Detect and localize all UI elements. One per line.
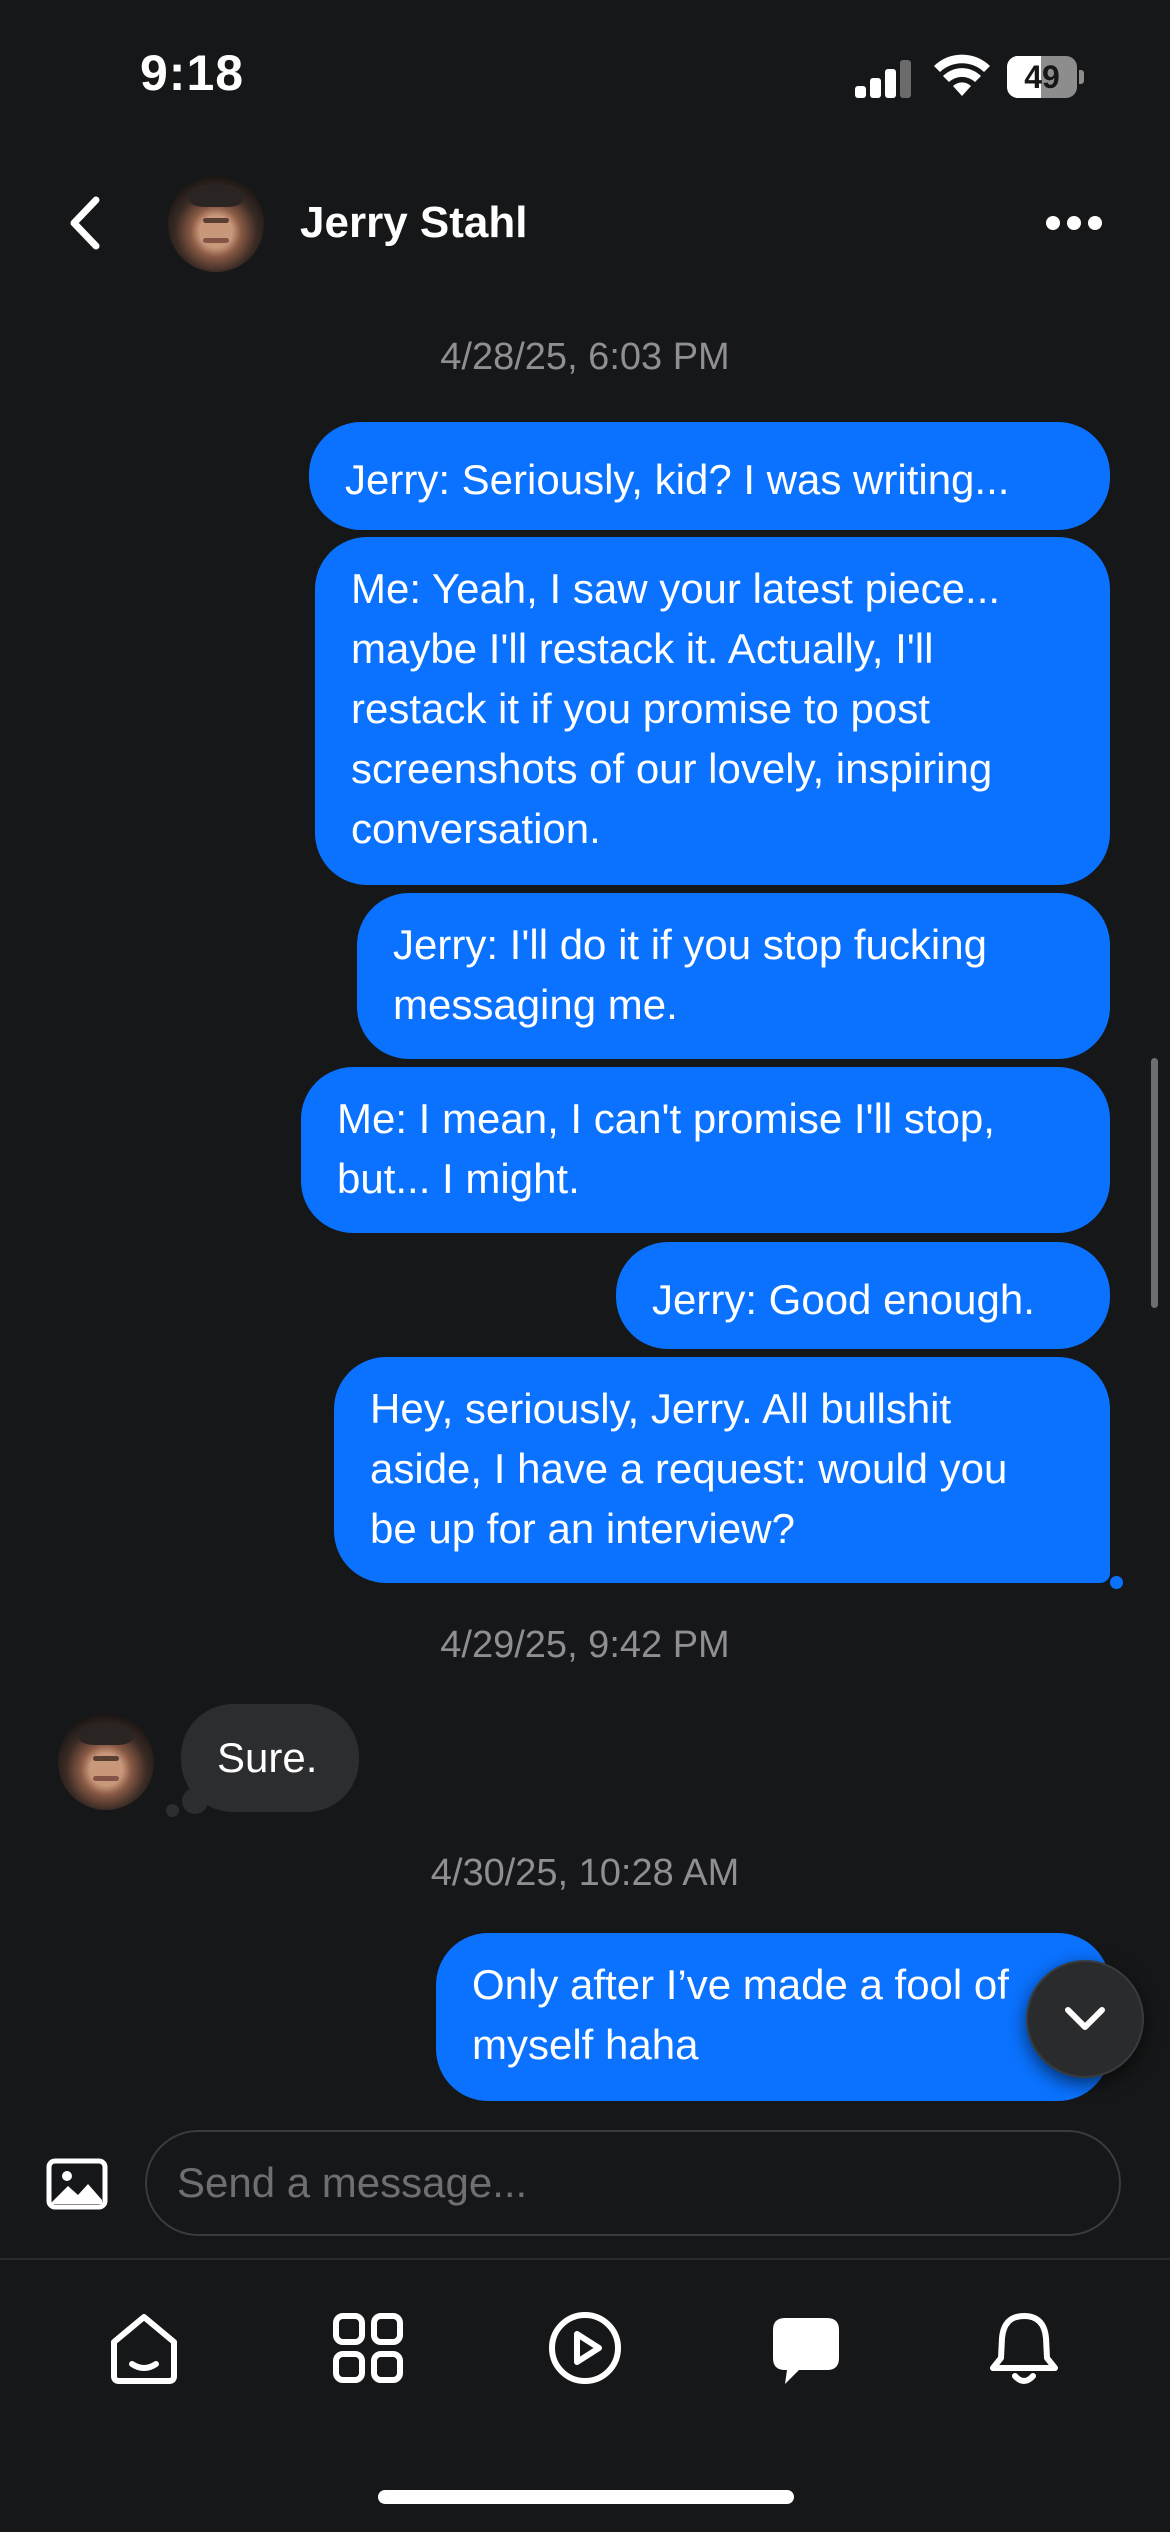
message-line: Jerry: Seriously, kid? I was writing...: [345, 456, 1010, 503]
status-time: 9:18: [140, 45, 245, 101]
outgoing-message[interactable]: Jerry: I'll do it if you stop fucking me…: [357, 893, 1110, 1059]
message-line: aside, I have a request: would you: [370, 1445, 1008, 1492]
outgoing-message[interactable]: Only after I’ve made a fool of myself ha…: [436, 1933, 1110, 2101]
message-line: myself haha: [472, 2021, 699, 2068]
outgoing-message[interactable]: Me: Yeah, I saw your latest piece... may…: [315, 537, 1110, 885]
scrollbar[interactable]: [1151, 1058, 1158, 1308]
grid-icon[interactable]: [328, 2308, 408, 2388]
timestamp: 4/30/25, 10:28 AM: [430, 1852, 740, 1894]
play-icon[interactable]: [545, 2308, 625, 2388]
battery-percentage: 49: [1024, 59, 1060, 95]
message-line: be up for an interview?: [370, 1505, 795, 1552]
home-indicator: [378, 2490, 794, 2504]
timestamp: 4/28/25, 6:03 PM: [440, 336, 730, 378]
message-line: Me: I mean, I can't promise I'll stop,: [337, 1095, 995, 1142]
chevron-left-icon[interactable]: [62, 192, 112, 254]
message-line: Me: Yeah, I saw your latest piece...: [351, 565, 1001, 612]
chevron-down-icon: [1065, 2007, 1105, 2030]
timestamp: 4/29/25, 9:42 PM: [440, 1624, 730, 1666]
message-line: but... I might.: [337, 1155, 580, 1202]
bubble-tail: [166, 1804, 179, 1817]
contact-avatar[interactable]: [58, 1714, 154, 1810]
image-icon[interactable]: [46, 2158, 108, 2210]
bubble-tail: [1110, 1576, 1123, 1589]
more-horizontal-icon[interactable]: [1044, 216, 1104, 232]
scroll-to-bottom-button[interactable]: [1026, 1960, 1144, 2078]
incoming-message[interactable]: Sure.: [181, 1704, 359, 1812]
home-icon[interactable]: [104, 2308, 184, 2388]
bubble-tail: [1080, 1556, 1106, 1582]
chat-icon[interactable]: [765, 2308, 845, 2388]
message-line: Jerry: Good enough.: [652, 1276, 1035, 1323]
message-line: screenshots of our lovely, inspiring: [351, 745, 993, 792]
outgoing-message[interactable]: Jerry: Seriously, kid? I was writing...: [309, 422, 1110, 530]
divider: [0, 2258, 1170, 2260]
outgoing-message[interactable]: Jerry: Good enough.: [616, 1242, 1110, 1349]
bell-icon[interactable]: [984, 2308, 1064, 2388]
message-line: messaging me.: [393, 981, 678, 1028]
message-line: conversation.: [351, 805, 601, 852]
message-line: Sure.: [217, 1734, 318, 1781]
message-line: restack it if you promise to post: [351, 685, 930, 732]
contact-name[interactable]: Jerry Stahl: [300, 198, 527, 248]
wifi-icon: [934, 54, 990, 96]
message-input[interactable]: [145, 2130, 1121, 2236]
message-line: Hey, seriously, Jerry. All bullshit: [370, 1385, 952, 1432]
contact-avatar[interactable]: [168, 176, 264, 272]
outgoing-message[interactable]: Hey, seriously, Jerry. All bullshit asid…: [334, 1357, 1110, 1583]
bubble-tail: [182, 1788, 208, 1814]
battery-icon: 49: [1007, 56, 1084, 98]
outgoing-message[interactable]: Me: I mean, I can't promise I'll stop, b…: [301, 1067, 1110, 1233]
cellular-signal-icon: [855, 58, 913, 98]
messaging-screen: 9:18 49 Jerry Stahl 4/28/25, 6:03 PM Jer…: [0, 0, 1170, 2532]
message-line: Jerry: I'll do it if you stop fucking: [393, 921, 987, 968]
message-line: maybe I'll restack it. Actually, I'll: [351, 625, 934, 672]
message-line: Only after I’ve made a fool of: [472, 1961, 1009, 2008]
